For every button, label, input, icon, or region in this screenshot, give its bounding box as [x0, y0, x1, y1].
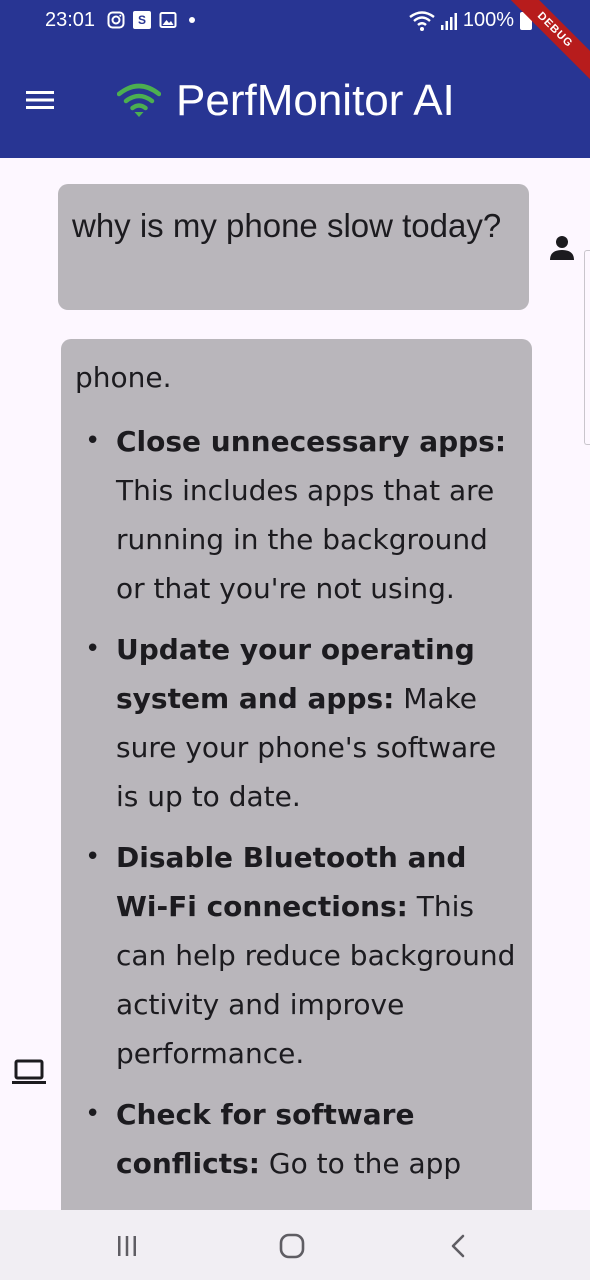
dot-icon — [189, 17, 195, 23]
list-item: Check for software conflicts: Go to the … — [75, 1090, 518, 1188]
signal-icon — [440, 12, 457, 30]
app-title: PerfMonitor AI — [176, 76, 455, 125]
header: 23:01 S 100% DEBUG PerfMonitor AI — [0, 0, 590, 158]
status-right: 100% — [409, 9, 532, 32]
wifi-logo-icon — [117, 83, 161, 117]
list-item-text: Go to the app — [259, 1147, 462, 1180]
bot-suggestion-list: Close unnecessary apps: This includes ap… — [75, 417, 518, 1188]
person-icon — [550, 236, 574, 260]
list-item: Disable Bluetooth and Wi-Fi connections:… — [75, 833, 518, 1078]
laptop-icon — [12, 1059, 46, 1084]
s-app-icon: S — [133, 11, 151, 29]
battery-percentage: 100% — [462, 9, 514, 31]
bot-message-bubble: phone. Close unnecessary apps: This incl… — [61, 339, 532, 1210]
chat-area[interactable]: why is my phone slow today? phone. Close… — [0, 158, 590, 1210]
status-time: 23:01 — [45, 9, 96, 31]
notification-icons: S — [107, 11, 195, 29]
instagram-icon — [107, 11, 125, 29]
user-message-bubble: why is my phone slow today? — [58, 184, 529, 310]
list-item: Close unnecessary apps: This includes ap… — [75, 417, 518, 613]
list-item-text: This includes apps that are running in t… — [116, 474, 495, 605]
app-bar: PerfMonitor AI — [0, 44, 590, 158]
home-button[interactable] — [272, 1232, 312, 1260]
bot-intro-text: phone. — [75, 361, 172, 394]
gallery-icon — [159, 11, 177, 29]
list-item-heading: Close unnecessary apps: — [116, 425, 507, 458]
list-item: Update your operating system and apps: M… — [75, 625, 518, 821]
status-bar: 23:01 S 100% — [0, 0, 590, 44]
menu-button[interactable] — [22, 82, 58, 118]
recents-button[interactable] — [107, 1232, 147, 1260]
wifi-status-icon — [409, 10, 435, 31]
hamburger-icon — [26, 91, 54, 109]
recents-icon — [118, 1236, 136, 1256]
scrollbar[interactable] — [584, 250, 590, 445]
back-button[interactable] — [438, 1232, 478, 1260]
back-icon — [451, 1234, 465, 1258]
navigation-bar — [0, 1210, 590, 1280]
user-message-text: why is my phone slow today? — [72, 207, 502, 244]
home-icon — [279, 1233, 305, 1259]
